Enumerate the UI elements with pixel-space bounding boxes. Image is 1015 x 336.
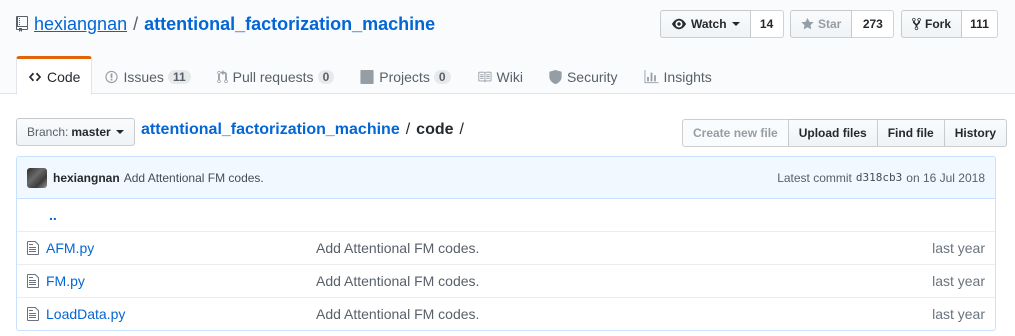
tab-issues[interactable]: Issues 11 — [92, 56, 203, 95]
tab-insights-label: Insights — [663, 68, 712, 85]
file-icon — [27, 240, 44, 256]
tab-security-label: Security — [566, 68, 618, 85]
file-icon — [27, 306, 44, 322]
breadcrumb-trailing-separator: / — [459, 121, 464, 138]
breadcrumb-root-link[interactable]: attentional_factorization_machine — [141, 121, 400, 139]
commit-sha[interactable]: d318cb3 — [856, 171, 902, 184]
commit-author[interactable]: hexiangnan — [53, 171, 120, 185]
parent-dir-link[interactable]: .. — [49, 207, 57, 223]
project-icon — [360, 69, 374, 84]
tab-code[interactable]: Code — [16, 56, 93, 95]
table-row: LoadData.py Add Attentional FM codes. la… — [17, 297, 995, 330]
star-button[interactable]: Star — [790, 10, 853, 38]
branch-value: master — [71, 125, 111, 139]
branch-select-button[interactable]: Branch: master — [16, 118, 135, 146]
tab-projects-label: Projects — [379, 68, 430, 85]
breadcrumb-current: code — [416, 121, 454, 138]
tab-security[interactable]: Security — [536, 56, 631, 95]
file-actions: Create new file Upload files Find file H… — [682, 119, 1008, 147]
book-icon — [477, 71, 492, 82]
repo-nav-tabs: Code Issues 11 Pull requests 0 Projects … — [16, 56, 725, 95]
projects-counter: 0 — [433, 69, 451, 84]
watch-button[interactable]: Watch — [660, 10, 751, 38]
watch-label: Watch — [691, 17, 727, 31]
pull-request-icon — [216, 69, 228, 83]
repo-owner-link[interactable]: hexiangnan — [34, 14, 127, 35]
upload-files-button[interactable]: Upload files — [787, 119, 878, 147]
file-age: last year — [932, 273, 985, 289]
tab-pull-requests-label: Pull requests — [232, 68, 314, 85]
file-name-link[interactable]: LoadData.py — [44, 306, 316, 322]
fork-label: Fork — [925, 17, 952, 31]
title-separator: / — [133, 13, 139, 34]
latest-commit-bar: hexiangnan Add Attentional FM codes. Lat… — [17, 157, 995, 199]
star-group: Star 273 — [790, 10, 895, 38]
fork-count[interactable]: 111 — [962, 10, 999, 38]
repo-icon — [16, 16, 28, 32]
tab-insights[interactable]: Insights — [631, 56, 725, 95]
star-icon — [801, 17, 814, 30]
code-icon — [28, 72, 42, 81]
breadcrumb-separator: / — [405, 121, 411, 138]
breadcrumb: attentional_factorization_machine / code… — [141, 121, 470, 139]
watch-count[interactable]: 14 — [750, 10, 784, 38]
tab-issues-label: Issues — [123, 68, 164, 85]
commit-message[interactable]: Add Attentional FM codes. — [124, 171, 264, 185]
repo-title: hexiangnan / attentional_factorization_m… — [16, 12, 435, 36]
file-age: last year — [932, 306, 985, 322]
file-name-link[interactable]: FM.py — [44, 273, 316, 289]
file-age: last year — [932, 240, 985, 256]
tab-pull-requests[interactable]: Pull requests 0 — [204, 56, 348, 95]
eye-icon — [672, 18, 686, 30]
star-count[interactable]: 273 — [852, 10, 895, 38]
chevron-down-icon — [731, 22, 740, 30]
watch-group: Watch 14 — [660, 10, 784, 38]
graph-icon — [644, 69, 659, 83]
chevron-down-icon — [115, 130, 124, 138]
table-row: FM.py Add Attentional FM codes. last yea… — [17, 264, 995, 297]
issues-counter: 11 — [167, 69, 191, 84]
commit-date: on 16 Jul 2018 — [906, 170, 985, 185]
history-button[interactable]: History — [943, 119, 1008, 147]
fork-button[interactable]: Fork — [901, 10, 963, 38]
shield-icon — [549, 69, 562, 84]
issue-icon — [105, 70, 119, 83]
tab-wiki-label: Wiki — [496, 68, 523, 85]
file-listing: hexiangnan Add Attentional FM codes. Lat… — [16, 156, 996, 331]
find-file-button[interactable]: Find file — [876, 119, 945, 147]
avatar[interactable] — [27, 167, 47, 188]
file-commit-message[interactable]: Add Attentional FM codes. — [316, 273, 905, 289]
tab-code-label: Code — [47, 68, 81, 85]
file-commit-message[interactable]: Add Attentional FM codes. — [316, 306, 905, 322]
create-new-file-button[interactable]: Create new file — [682, 119, 789, 147]
fork-icon — [912, 17, 921, 31]
file-name-link[interactable]: AFM.py — [44, 240, 316, 256]
latest-commit-label: Latest commit — [777, 170, 852, 185]
table-row: AFM.py Add Attentional FM codes. last ye… — [17, 231, 995, 264]
tab-projects[interactable]: Projects 0 — [347, 56, 463, 95]
pull-requests-counter: 0 — [317, 69, 335, 84]
repo-name-link[interactable]: attentional_factorization_machine — [144, 14, 435, 35]
repo-header: hexiangnan / attentional_factorization_m… — [0, 0, 1015, 95]
tab-wiki[interactable]: Wiki — [464, 56, 536, 95]
commit-meta: Latest commit d318cb3 on 16 Jul 2018 — [777, 171, 985, 185]
parent-dir-row: .. — [17, 199, 995, 231]
file-commit-message[interactable]: Add Attentional FM codes. — [316, 240, 905, 256]
file-icon — [27, 273, 44, 289]
branch-label: Branch: — [27, 125, 69, 139]
fork-group: Fork 111 — [901, 10, 999, 38]
star-label: Star — [818, 17, 842, 31]
